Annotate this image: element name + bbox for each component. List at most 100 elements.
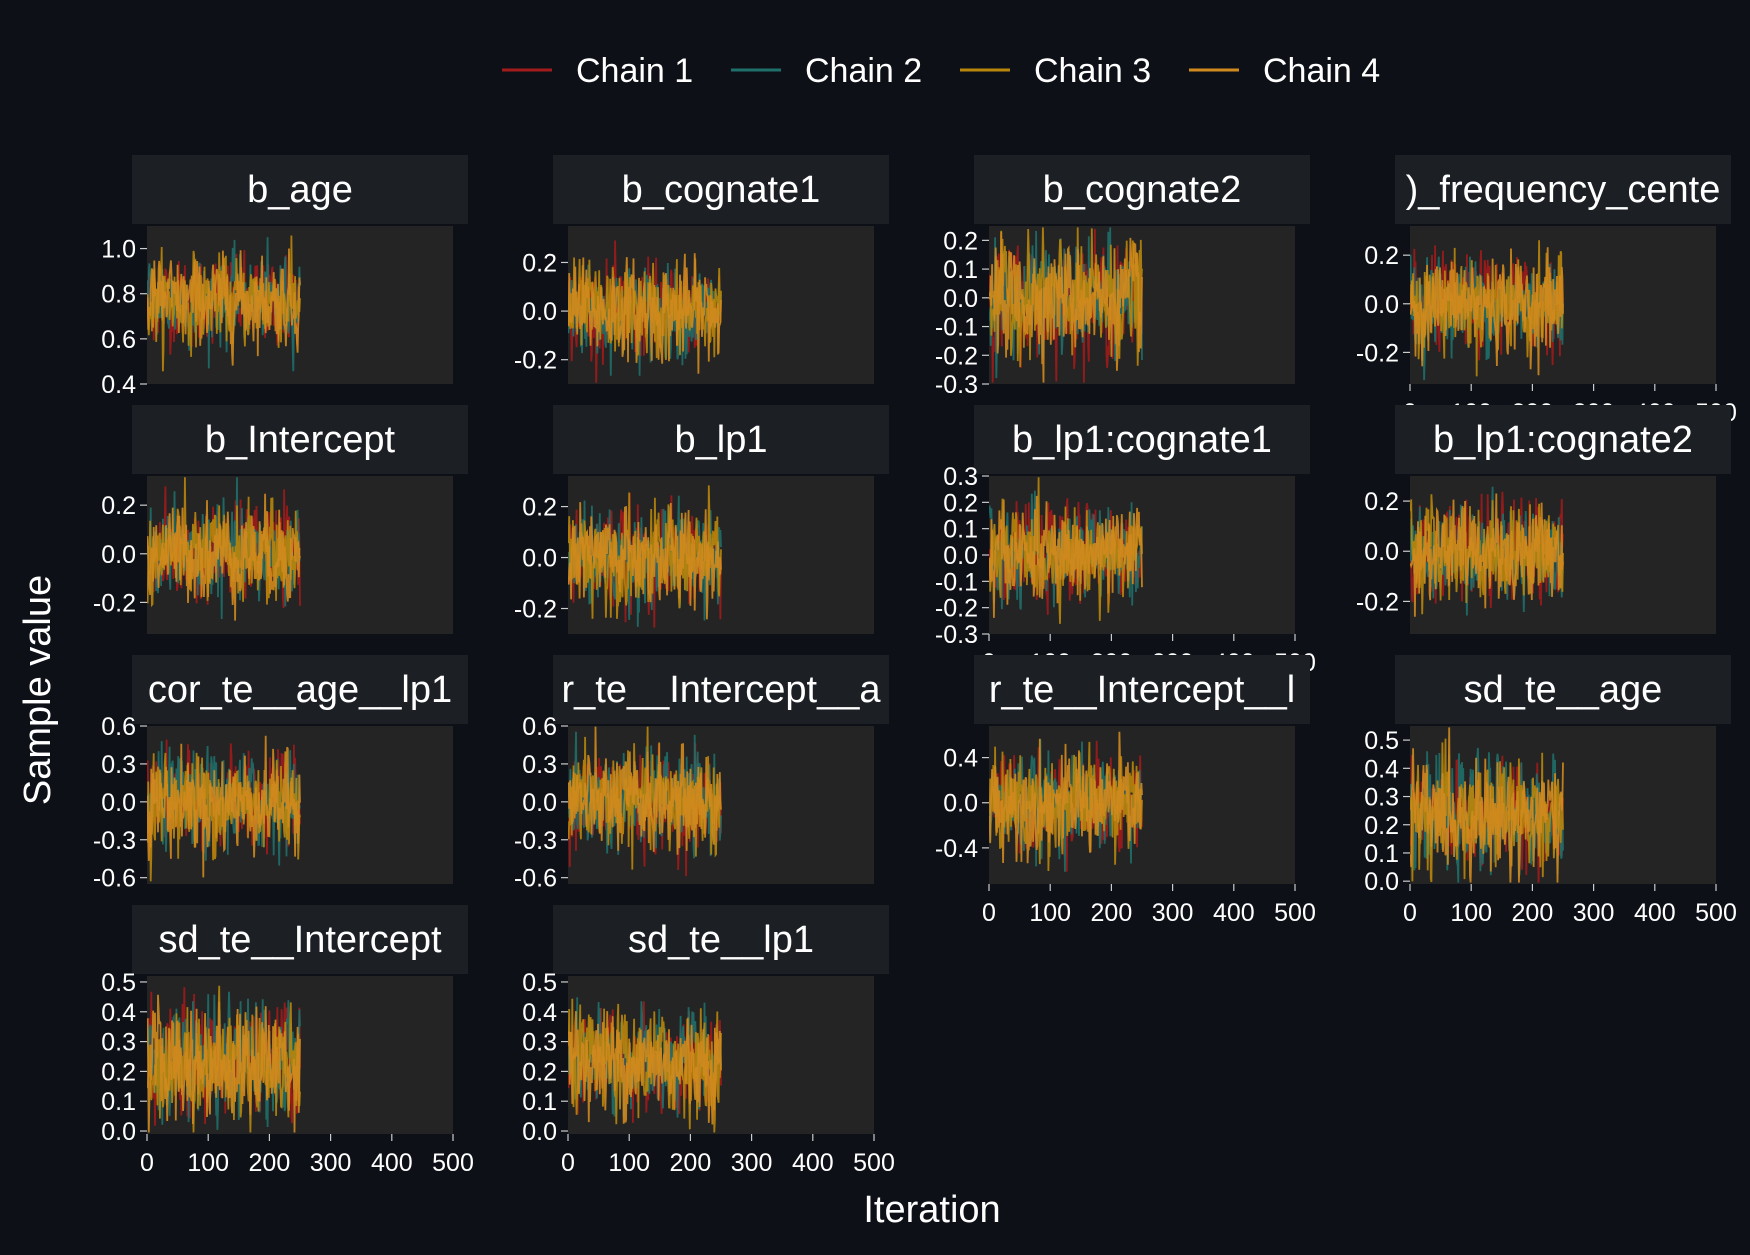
- y-tick-label: 0.0: [101, 541, 136, 569]
- y-tick-label: 0.2: [522, 1058, 557, 1086]
- y-tick-label: -0.1: [935, 568, 978, 596]
- facet-title: r_te__Intercept__l: [989, 669, 1295, 711]
- y-tick-label: 0.0: [1364, 538, 1399, 566]
- x-tick-label: 500: [853, 1149, 895, 1177]
- facet-title: cor_te__age__lp1: [148, 669, 452, 711]
- y-tick-label: 0.0: [522, 298, 557, 326]
- y-tick-label: -0.6: [514, 865, 557, 893]
- x-tick-label: 200: [670, 1149, 712, 1177]
- facet-title: sd_te__lp1: [628, 919, 814, 961]
- x-tick-label: 400: [371, 1149, 413, 1177]
- facet-panel: b_Intercept -0.2 0.0 0.2: [93, 405, 468, 634]
- y-tick-label: -0.4: [935, 835, 978, 863]
- facet-title: b_lp1:cognate2: [1433, 419, 1693, 461]
- y-tick-label: 0.3: [1364, 784, 1399, 812]
- x-tick-label: 0: [561, 1149, 575, 1177]
- legend-label: Chain 4: [1263, 52, 1380, 90]
- facet-panel: b_lp1:cognate2 -0.2 0.0 0.2: [1356, 405, 1731, 634]
- x-tick-label: 200: [1512, 899, 1554, 927]
- y-tick-label: 1.0: [101, 236, 136, 264]
- y-tick-label: 0.0: [943, 790, 978, 818]
- y-tick-label: -0.3: [935, 371, 978, 399]
- y-tick-label: 0.0: [522, 545, 557, 573]
- x-tick-label: 200: [249, 1149, 291, 1177]
- x-tick-label: 100: [608, 1149, 650, 1177]
- facet-panel: cor_te__age__lp1 -0.6 -0.3 0.0 0.3 0.6: [93, 655, 468, 893]
- legend-label: Chain 1: [576, 52, 693, 90]
- x-tick-label: 400: [792, 1149, 834, 1177]
- x-tick-label: 400: [1634, 899, 1676, 927]
- x-tick-label: 300: [1152, 899, 1194, 927]
- trace-plot-svg: Chain 1 Chain 2 Chain 3 Chain 4 b_age 0.4 0.6…: [0, 0, 1750, 1250]
- legend-label: Chain 3: [1034, 52, 1151, 90]
- y-tick-label: 0.2: [943, 489, 978, 517]
- y-tick-label: 0.3: [101, 1029, 136, 1057]
- y-tick-label: 0.2: [943, 227, 978, 255]
- y-tick-label: 0.2: [522, 494, 557, 522]
- y-tick-label: -0.3: [514, 827, 557, 855]
- y-tick-label: 0.2: [1364, 242, 1399, 270]
- y-tick-label: 0.6: [101, 713, 136, 741]
- y-tick-label: 0.2: [1364, 488, 1399, 516]
- y-tick-label: 0.8: [101, 281, 136, 309]
- y-tick-label: -0.2: [93, 589, 136, 617]
- x-tick-label: 500: [1274, 899, 1316, 927]
- y-axis-label: Sample value: [17, 575, 59, 805]
- y-tick-label: 0.6: [522, 713, 557, 741]
- facet-title: sd_te__age: [1464, 669, 1663, 711]
- y-tick-label: 0.0: [1364, 291, 1399, 319]
- x-tick-label: 300: [1573, 899, 1615, 927]
- y-tick-label: 0.5: [101, 969, 136, 997]
- y-tick-label: 0.4: [101, 371, 136, 399]
- facet-panel: b_lp1 -0.2 0.0 0.2: [514, 405, 889, 634]
- legend-label: Chain 2: [805, 52, 922, 90]
- y-tick-label: 0.3: [943, 463, 978, 491]
- y-tick-label: 0.4: [943, 745, 978, 773]
- x-tick-label: 300: [731, 1149, 773, 1177]
- facet-title: b_cognate1: [622, 169, 821, 211]
- y-tick-label: -0.2: [514, 347, 557, 375]
- x-tick-label: 100: [1450, 899, 1492, 927]
- facet-title: )_frequency_cente: [1406, 169, 1721, 211]
- x-tick-label: 400: [1213, 899, 1255, 927]
- y-tick-label: 0.1: [1364, 840, 1399, 868]
- y-tick-label: 0.3: [522, 751, 557, 779]
- y-tick-label: -0.3: [935, 621, 978, 649]
- y-tick-label: 0.0: [943, 542, 978, 570]
- y-tick-label: 0.1: [101, 1088, 136, 1116]
- y-tick-label: -0.2: [935, 595, 978, 623]
- y-tick-label: 0.4: [101, 999, 136, 1027]
- y-tick-label: 0.0: [522, 789, 557, 817]
- y-tick-label: 0.1: [943, 516, 978, 544]
- x-tick-label: 500: [432, 1149, 474, 1177]
- y-tick-label: -0.1: [935, 314, 978, 342]
- trace-plot-figure: Chain 1 Chain 2 Chain 3 Chain 4 b_age 0.4 0.6…: [0, 0, 1750, 1250]
- y-tick-label: 0.3: [101, 751, 136, 779]
- y-tick-label: 0.2: [1364, 812, 1399, 840]
- y-tick-label: -0.3: [93, 827, 136, 855]
- y-tick-label: 0.2: [101, 492, 136, 520]
- x-tick-label: 300: [310, 1149, 352, 1177]
- facet-title: b_age: [247, 169, 353, 211]
- y-tick-label: 0.5: [1364, 727, 1399, 755]
- x-tick-label: 0: [1403, 899, 1417, 927]
- y-tick-label: 0.1: [522, 1088, 557, 1116]
- y-tick-label: 0.1: [943, 256, 978, 284]
- y-tick-label: 0.0: [1364, 868, 1399, 896]
- y-tick-label: 0.3: [522, 1029, 557, 1057]
- x-tick-label: 100: [1029, 899, 1071, 927]
- facet-title: b_Intercept: [205, 419, 396, 461]
- x-tick-label: 0: [140, 1149, 154, 1177]
- y-tick-label: 0.4: [1364, 755, 1399, 783]
- y-tick-label: -0.2: [1356, 588, 1399, 616]
- x-tick-label: 100: [187, 1149, 229, 1177]
- facet-title: b_lp1: [675, 419, 768, 461]
- facet-title: r_te__Intercept__a: [561, 669, 881, 711]
- y-tick-label: -0.6: [93, 865, 136, 893]
- y-tick-label: -0.2: [514, 596, 557, 624]
- facet-panel: r_te__Intercept__a -0.6 -0.3 0.0 0.3 0.6: [514, 655, 889, 893]
- y-tick-label: 0.4: [522, 999, 557, 1027]
- y-tick-label: -0.2: [935, 342, 978, 370]
- y-tick-label: 0.2: [522, 249, 557, 277]
- x-tick-label: 0: [982, 899, 996, 927]
